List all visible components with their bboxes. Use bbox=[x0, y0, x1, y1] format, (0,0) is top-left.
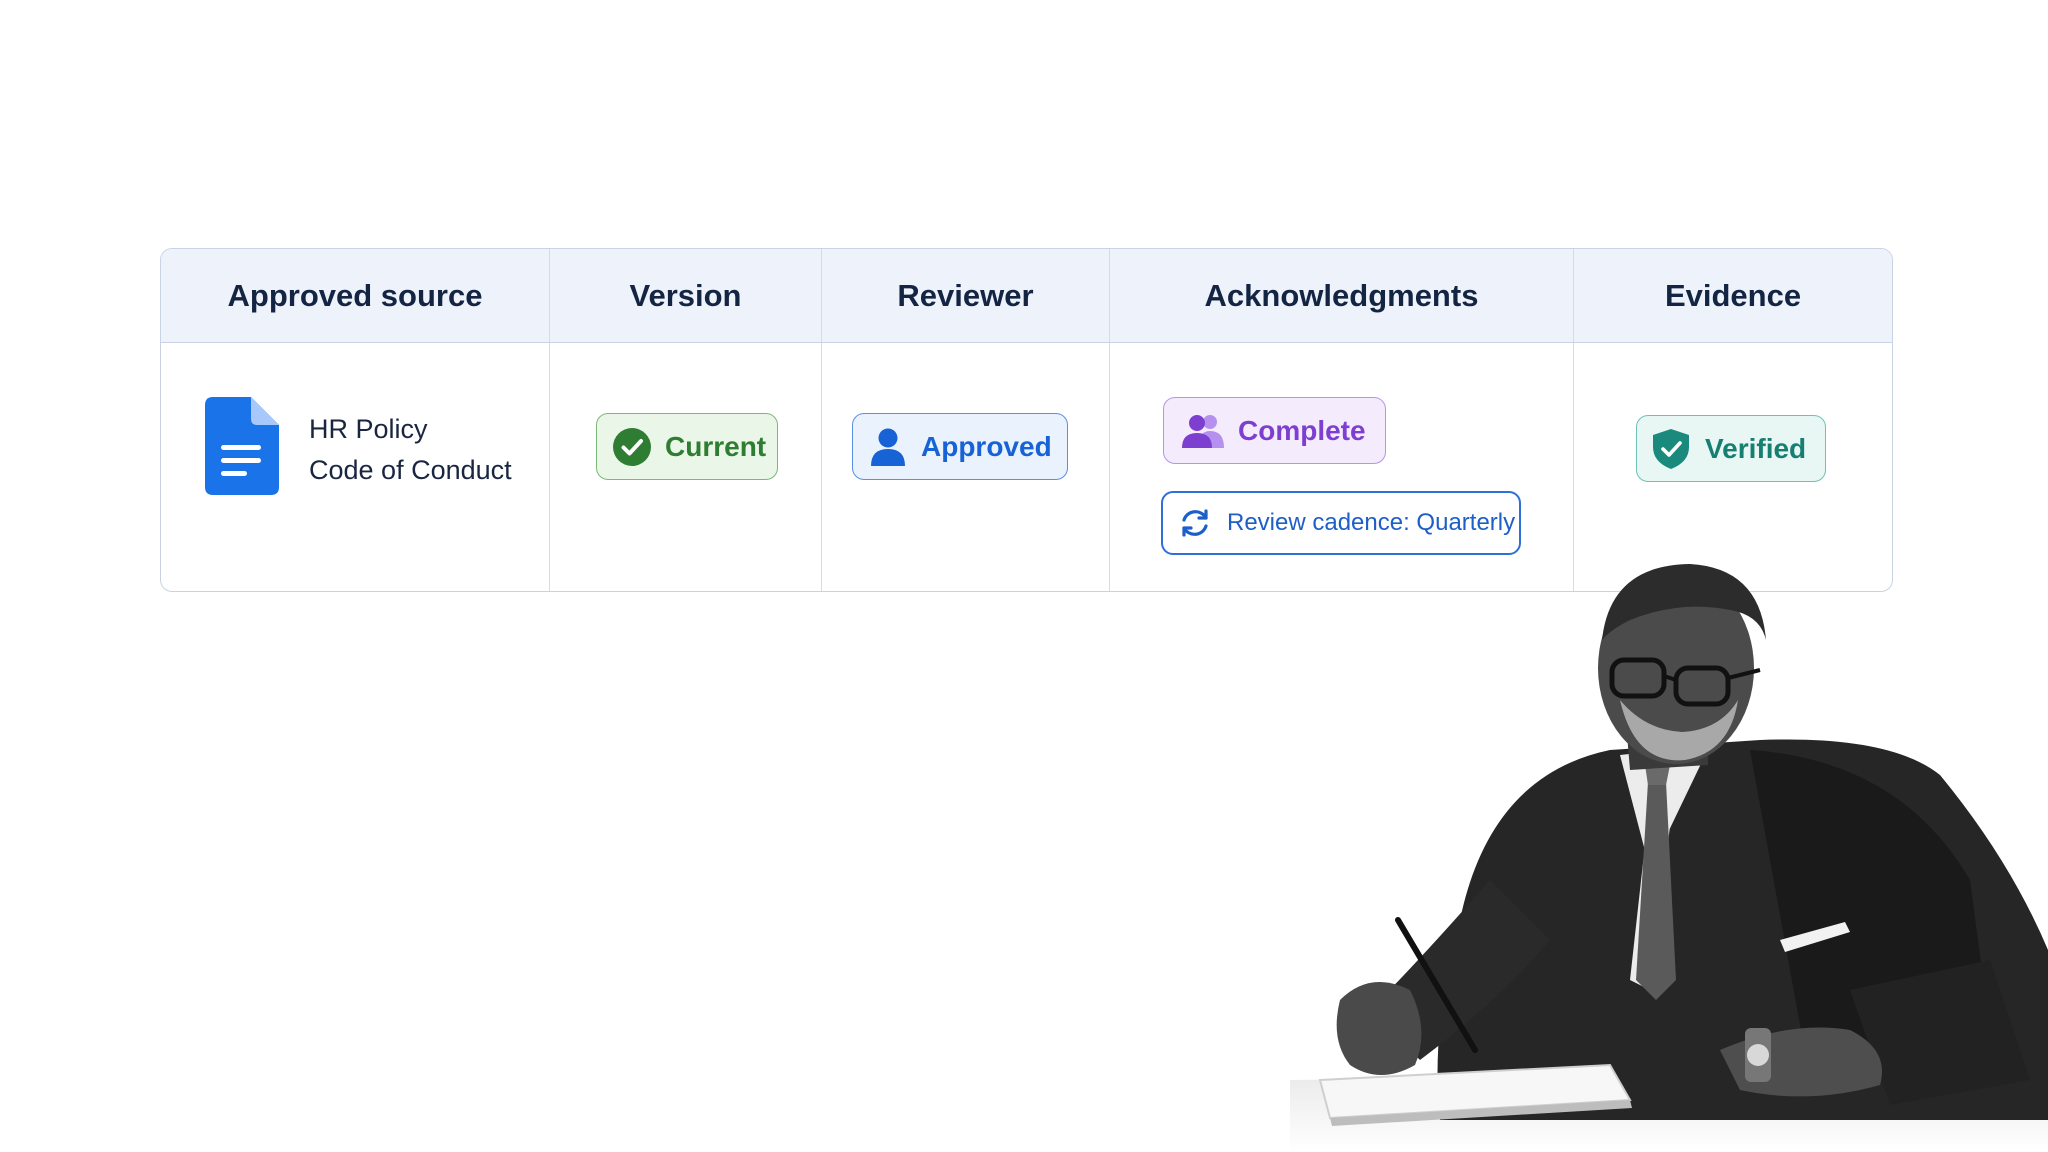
version-label: Current bbox=[665, 430, 767, 462]
header-version: Version bbox=[550, 249, 822, 342]
table-header-row: Approved source Version Reviewer Acknowl… bbox=[161, 249, 1892, 343]
people-icon bbox=[1182, 414, 1224, 448]
person-icon bbox=[871, 428, 905, 466]
review-cadence-button[interactable]: Review cadence: Quarterly bbox=[1161, 491, 1521, 555]
businessman-photo bbox=[1290, 564, 2048, 1152]
reviewer-label: Approved bbox=[921, 430, 1052, 462]
evidence-cell: Verified bbox=[1574, 343, 1892, 591]
reviewer-approved-badge[interactable]: Approved bbox=[852, 413, 1068, 480]
check-circle-icon bbox=[613, 427, 651, 466]
review-cadence-label: Review cadence: Quarterly bbox=[1227, 509, 1516, 536]
version-current-badge[interactable]: Current bbox=[596, 413, 778, 480]
evidence-label: Verified bbox=[1705, 432, 1807, 464]
document-icon bbox=[205, 397, 279, 495]
acknowledgments-label: Complete bbox=[1238, 414, 1366, 446]
header-evidence: Evidence bbox=[1664, 277, 1802, 313]
source-document-name: HR Policy Code of Conduct bbox=[309, 409, 512, 491]
policy-table: Approved source Version Reviewer Acknowl… bbox=[160, 248, 1893, 592]
source-cell[interactable]: HR Policy Code of Conduct bbox=[161, 343, 550, 591]
shield-check-icon bbox=[1653, 428, 1689, 469]
table-row: HR Policy Code of Conduct Current Approv… bbox=[161, 343, 1892, 591]
evidence-verified-badge[interactable]: Verified bbox=[1636, 415, 1826, 482]
header-acknowledgments: Acknowledgments bbox=[1110, 249, 1574, 342]
acknowledgments-cell: Complete Review cadence: Quarterly bbox=[1110, 343, 1574, 591]
source-line-2: Code of Conduct bbox=[309, 455, 512, 485]
version-cell: Current bbox=[550, 343, 822, 591]
header-reviewer: Reviewer bbox=[822, 249, 1110, 342]
refresh-icon bbox=[1182, 509, 1208, 537]
source-line-1: HR Policy bbox=[309, 414, 428, 444]
acknowledgments-complete-badge[interactable]: Complete bbox=[1163, 397, 1386, 464]
header-approved-source: Approved source bbox=[161, 249, 550, 342]
reviewer-cell: Approved bbox=[822, 343, 1110, 591]
